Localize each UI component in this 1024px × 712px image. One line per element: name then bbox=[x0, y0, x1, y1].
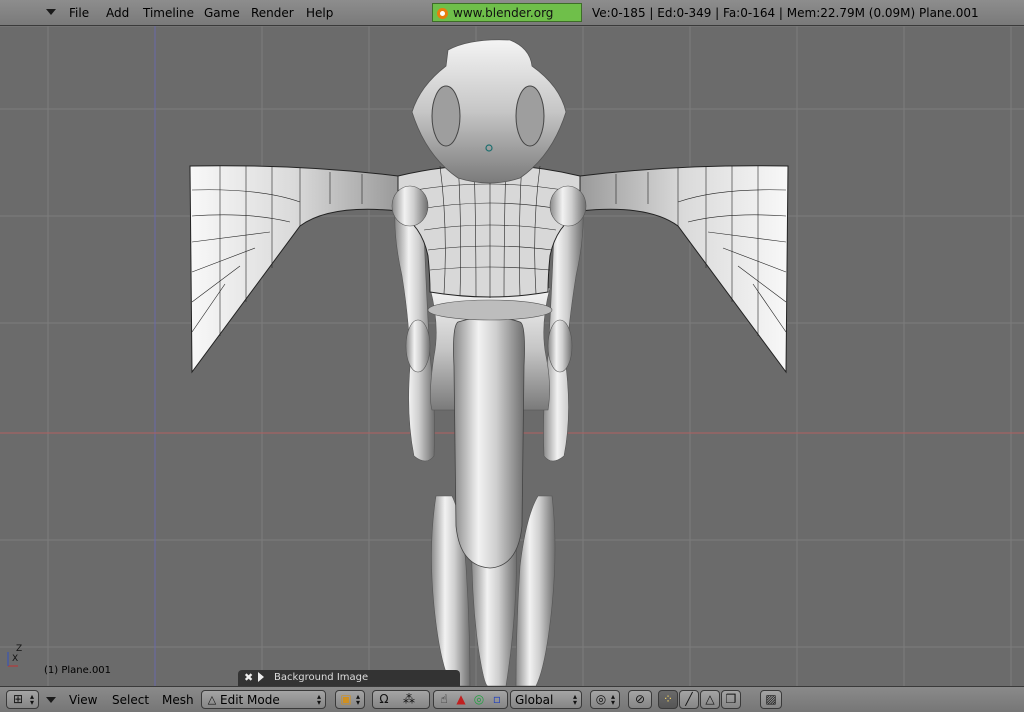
chevron-icon: ▴ ▾ bbox=[29, 692, 34, 707]
menu-file[interactable]: File bbox=[69, 6, 89, 20]
chevron-icon: ▴ ▾ bbox=[316, 692, 321, 707]
menu-mesh[interactable]: Mesh bbox=[162, 693, 194, 707]
mode-value: Edit Mode bbox=[220, 693, 280, 707]
chevron-icon: ▴ ▾ bbox=[572, 692, 577, 707]
snap-icon: ⊘ bbox=[634, 692, 646, 706]
orientation-value: Global bbox=[515, 693, 554, 707]
orientation-select[interactable]: Global ▴ ▾ bbox=[510, 690, 582, 709]
viewport-scene bbox=[0, 26, 1024, 686]
active-object-label: (1) Plane.001 bbox=[44, 665, 112, 676]
menu-render[interactable]: Render bbox=[251, 6, 294, 20]
manipulator-group[interactable]: ☝ ▲ ◎ ▫ bbox=[433, 690, 508, 709]
snap-button[interactable]: ⊘ bbox=[628, 690, 652, 709]
proportional-icon: ◎ bbox=[595, 692, 607, 706]
magnet-icon: Ω bbox=[379, 692, 389, 706]
header-collapse-icon[interactable] bbox=[46, 697, 56, 703]
axis-x-label: X bbox=[12, 654, 19, 664]
pivot-icon: ⁂ bbox=[403, 692, 415, 706]
proportional-edit-button[interactable]: ◎ ▴ ▾ bbox=[590, 690, 620, 709]
scale-icon[interactable]: ▫ bbox=[490, 691, 504, 708]
render-icon: ▨ bbox=[765, 692, 777, 706]
background-image-panel[interactable]: ✖ Background Image bbox=[238, 670, 460, 686]
chevron-icon: ▴ ▾ bbox=[610, 692, 615, 707]
top-menu-bar: File Add Timeline Game Render Help www.b… bbox=[0, 0, 1024, 39]
editor-type-button[interactable]: ⊞ ▴ ▾ bbox=[6, 690, 39, 709]
occlude-button[interactable]: ❒ bbox=[721, 690, 741, 709]
menu-timeline[interactable]: Timeline bbox=[143, 6, 194, 20]
hand-icon[interactable]: ☝ bbox=[436, 691, 452, 708]
menu-collapse-icon[interactable] bbox=[46, 9, 56, 15]
blender-logo-icon bbox=[437, 8, 448, 19]
face-select-icon: △ bbox=[705, 692, 715, 706]
render-button[interactable]: ▨ bbox=[760, 690, 782, 709]
menu-select[interactable]: Select bbox=[112, 693, 149, 707]
translate-icon[interactable]: ▲ bbox=[454, 691, 468, 708]
face-select-button[interactable]: △ bbox=[700, 690, 720, 709]
cube-icon: ❒ bbox=[725, 692, 737, 706]
menu-game[interactable]: Game bbox=[204, 6, 240, 20]
mode-select[interactable]: △ Edit Mode ▴ ▾ bbox=[201, 690, 326, 709]
3d-view-header: ⊞ ▴ ▾ View Select Mesh △ Edit Mode ▴ ▾ ▣ ▴… bbox=[0, 686, 1024, 712]
3d-viewport[interactable]: X Z (1) Plane.001 ✖ Background Image bbox=[0, 26, 1024, 686]
scene-stats: Ve:0-185 | Ed:0-349 | Fa:0-164 | Mem:22.… bbox=[592, 6, 979, 20]
close-icon[interactable]: ✖ bbox=[244, 671, 253, 684]
edge-select-button[interactable]: ╱ bbox=[679, 690, 699, 709]
vertex-select-icon: ⁘ bbox=[662, 692, 674, 706]
solid-draw-icon: ▣ bbox=[340, 692, 352, 706]
chevron-icon: ▴ ▾ bbox=[355, 692, 360, 707]
menu-add[interactable]: Add bbox=[106, 6, 129, 20]
panel-title: Background Image bbox=[274, 672, 369, 683]
vertex-select-button[interactable]: ⁘ bbox=[658, 690, 678, 709]
rotate-icon[interactable]: ◎ bbox=[472, 691, 486, 708]
pivot-snap-group[interactable]: Ω ⁂ bbox=[372, 690, 430, 709]
draw-type-button[interactable]: ▣ ▴ ▾ bbox=[335, 690, 365, 709]
character-head bbox=[411, 39, 567, 184]
axis-z-label: Z bbox=[16, 644, 23, 654]
3d-view-icon: ⊞ bbox=[12, 692, 24, 706]
expand-icon[interactable] bbox=[258, 672, 264, 682]
menu-view[interactable]: View bbox=[69, 693, 97, 707]
edge-select-icon: ╱ bbox=[685, 692, 693, 706]
blender-org-button[interactable]: www.blender.org 249.2 bbox=[432, 3, 582, 39]
edit-mode-icon: △ bbox=[207, 693, 217, 706]
menu-help[interactable]: Help bbox=[306, 6, 333, 20]
